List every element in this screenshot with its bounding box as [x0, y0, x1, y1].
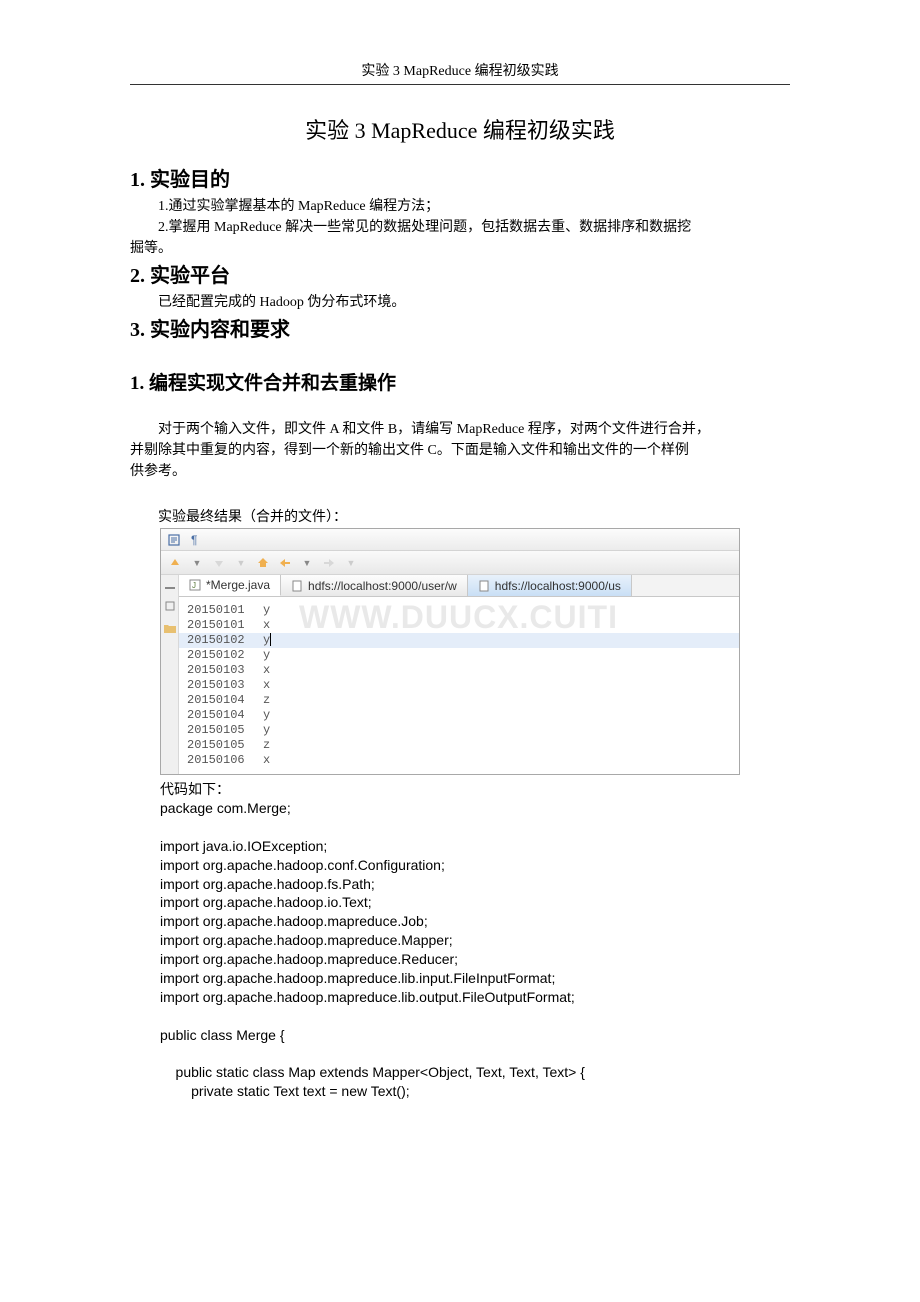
section1-line2: 2.掌握用 MapReduce 解决一些常见的数据处理问题，包括数据去重、数据排… [130, 217, 790, 238]
code-line: import org.apache.hadoop.mapreduce.Reduc… [160, 951, 458, 967]
tab-merge-java[interactable]: J *Merge.java [179, 575, 281, 596]
section-heading-1: 1. 实验目的 [130, 163, 790, 192]
restore-icon[interactable] [163, 599, 177, 613]
down-arrow-icon[interactable] [211, 555, 227, 571]
editor-row: 20150104z [179, 693, 739, 708]
editor-row: 20150102y [179, 648, 739, 663]
ide-screenshot: ¶ ▼ ▼ ▼ ▼ [160, 528, 740, 775]
editor-row: 20150101x [179, 618, 739, 633]
forward-arrow-icon[interactable] [321, 555, 337, 571]
content-wrapper: 实验 3 MapReduce 编程初级实践 1. 实验目的 1.通过实验掌握基本… [130, 85, 790, 1101]
code-line: import org.apache.hadoop.mapreduce.lib.i… [160, 970, 555, 986]
section1-line3: 掘等。 [130, 238, 790, 259]
ide-body: J *Merge.java hdfs://localhost:9000/user… [161, 575, 739, 774]
code-line: package com.Merge; [160, 800, 291, 816]
editor-row: 20150103x [179, 678, 739, 693]
dropdown-icon[interactable]: ▼ [189, 555, 205, 571]
section2-line1: 已经配置完成的 Hadoop 伪分布式环境。 [130, 292, 790, 313]
pilcrow-icon[interactable]: ¶ [189, 533, 203, 547]
editor-row: 20150105z [179, 738, 739, 753]
code-line: import org.apache.hadoop.fs.Path; [160, 876, 375, 892]
code-line: import org.apache.hadoop.io.Text; [160, 894, 372, 910]
page-header: 实验 3 MapReduce 编程初级实践 [130, 0, 790, 85]
ide-main: J *Merge.java hdfs://localhost:9000/user… [179, 575, 739, 774]
code-line: import org.apache.hadoop.mapreduce.Mappe… [160, 932, 453, 948]
subsection-heading-1: 1. 编程实现文件合并和去重操作 [130, 368, 790, 395]
section-heading-3: 3. 实验内容和要求 [130, 313, 790, 342]
minimize-icon[interactable] [163, 581, 177, 595]
sub1-para-l1: 对于两个输入文件，即文件 A 和文件 B，请编写 MapReduce 程序，对两… [130, 419, 790, 440]
editor-row: 20150105y [179, 723, 739, 738]
editor-area[interactable]: WWW.DUUCX.CUITI 20150101y 20150101x 2015… [179, 597, 739, 774]
ide-toolbar-row2: ▼ ▼ ▼ ▼ [161, 551, 739, 575]
editor-row: 20150104y [179, 708, 739, 723]
home-icon[interactable] [255, 555, 271, 571]
code-label: 代码如下： [160, 779, 790, 799]
tab-label: hdfs://localhost:9000/us [495, 579, 621, 593]
ide-toolbar-row1: ¶ [161, 529, 739, 551]
word-wrap-icon[interactable] [167, 533, 181, 547]
code-block: package com.Merge; import java.io.IOExce… [160, 799, 790, 1101]
section-heading-2: 2. 实验平台 [130, 259, 790, 288]
code-line: public static class Map extends Mapper<O… [160, 1064, 585, 1080]
back-arrow-icon[interactable] [277, 555, 293, 571]
tab-label: hdfs://localhost:9000/user/w [308, 579, 457, 593]
code-line: import org.apache.hadoop.mapreduce.lib.o… [160, 989, 575, 1005]
code-line: import java.io.IOException; [160, 838, 327, 854]
svg-text:¶: ¶ [191, 534, 197, 546]
sub1-para-l3: 供参考。 [130, 461, 790, 482]
page-title: 实验 3 MapReduce 编程初级实践 [130, 113, 790, 145]
tab-label: *Merge.java [206, 578, 270, 592]
dropdown-icon-3[interactable]: ▼ [299, 555, 315, 571]
editor-row: 20150101y [179, 603, 739, 618]
dropdown-icon-4[interactable]: ▼ [343, 555, 359, 571]
up-arrow-icon[interactable] [167, 555, 183, 571]
ide-gutter [161, 575, 179, 774]
result-label: 实验最终结果（合并的文件）： [130, 506, 790, 526]
tab-hdfs-2[interactable]: hdfs://localhost:9000/us [468, 575, 632, 596]
editor-row-highlighted: 20150102y [179, 633, 739, 648]
folder-icon[interactable] [163, 621, 177, 635]
tab-row: J *Merge.java hdfs://localhost:9000/user… [179, 575, 739, 597]
dropdown-icon-2[interactable]: ▼ [233, 555, 249, 571]
code-line: import org.apache.hadoop.conf.Configurat… [160, 857, 445, 873]
sub1-para-l2: 并剔除其中重复的内容，得到一个新的输出文件 C。下面是输入文件和输出文件的一个样… [130, 440, 790, 461]
file-icon [478, 580, 490, 592]
java-file-icon: J [189, 579, 201, 591]
code-line: private static Text text = new Text(); [160, 1083, 410, 1099]
file-icon [291, 580, 303, 592]
section1-line1: 1.通过实验掌握基本的 MapReduce 编程方法； [130, 196, 790, 217]
code-line: public class Merge { [160, 1027, 285, 1043]
text-cursor [270, 633, 271, 646]
svg-text:J: J [192, 581, 196, 590]
editor-row: 20150103x [179, 663, 739, 678]
code-line: import org.apache.hadoop.mapreduce.Job; [160, 913, 428, 929]
editor-row: 20150106x [179, 753, 739, 768]
tab-hdfs-1[interactable]: hdfs://localhost:9000/user/w [281, 575, 468, 596]
